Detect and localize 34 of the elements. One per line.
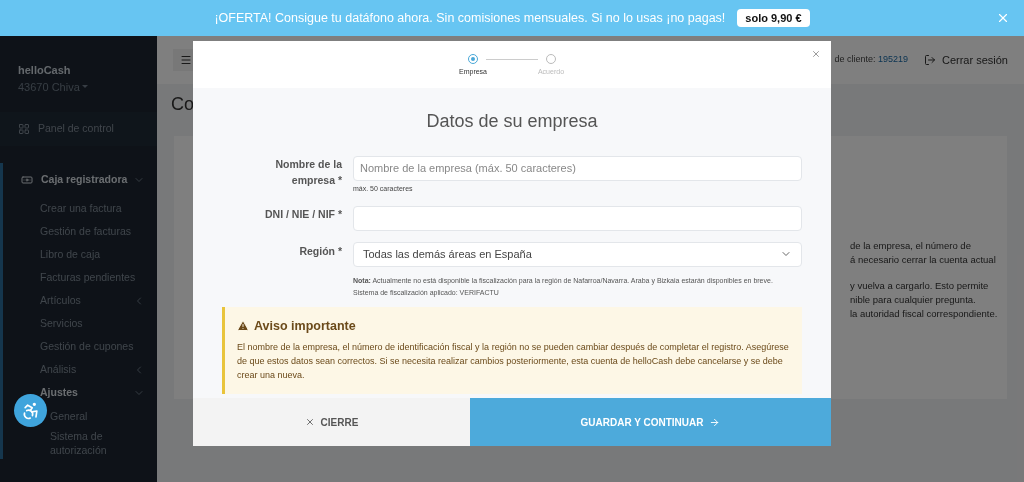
- field-label: Nombre de la empresa *: [274, 157, 342, 188]
- logout-icon: [923, 54, 936, 66]
- page-title: Co: [171, 94, 194, 114]
- close-button[interactable]: [996, 11, 1010, 25]
- grid-icon: [18, 123, 30, 135]
- arrow-right-icon: [709, 416, 721, 428]
- card-text: de la empresa, el número de: [850, 239, 972, 253]
- price-badge: solo 9,90 €: [737, 8, 810, 28]
- menu-icon: [180, 54, 192, 66]
- region-select[interactable]: Todas las demás áreas en España: [353, 241, 802, 267]
- sidebar-item[interactable]: Caja registradora: [3, 163, 157, 197]
- close-icon: [304, 417, 315, 427]
- warning-text: El nombre de la empresa, el número de identificación fiscal y la región no se pueden cambiar después de completar el registro. Asegúrese de que estos datos sean correctos. Si se necesita realizar cambios posteriormente, esta cuenta de helloCash debe cancelarse y se debe crear una nueva.: [237, 341, 790, 383]
- modal-title: Datos de su empresa: [425, 110, 599, 133]
- logout-button[interactable]: Cerrar sesión: [923, 51, 1008, 69]
- field-label: DNI / NIE / NIF *: [264, 207, 342, 222]
- close-dialog-button[interactable]: CIERRE: [193, 398, 470, 446]
- card-text: nible para cualquier pregunta.: [850, 293, 977, 307]
- banknote-icon: [21, 174, 33, 186]
- field-label: Región *: [298, 243, 342, 259]
- promo-text: ¡OFERTA! Consigue tu datáfono ahora. Sin comisiones mensuales. Si no lo usas ¡no pagas!: [214, 9, 726, 27]
- warning-title: Aviso importante: [254, 317, 356, 335]
- text-field[interactable]: [353, 205, 802, 231]
- card-text: y vuelva a cargarlo. Esto permite: [850, 279, 990, 293]
- sidebar-item[interactable]: Ajustes: [3, 381, 157, 404]
- card-text: la autoridad fiscal correspondiente.: [850, 307, 999, 321]
- warning-icon: [237, 319, 249, 332]
- text-field[interactable]: Nombre de la empresa (máx. 50 caracteres): [353, 155, 802, 181]
- close-button[interactable]: [811, 49, 821, 59]
- customer-number: de cliente: 195219: [834, 53, 908, 67]
- save-continue-button[interactable]: GUARDAR Y CONTINUAR: [470, 398, 831, 446]
- account-name: helloCash: [18, 63, 72, 78]
- card-text: á necesario cerrar la cuenta actual: [850, 253, 997, 267]
- accessibility-icon: [20, 400, 41, 421]
